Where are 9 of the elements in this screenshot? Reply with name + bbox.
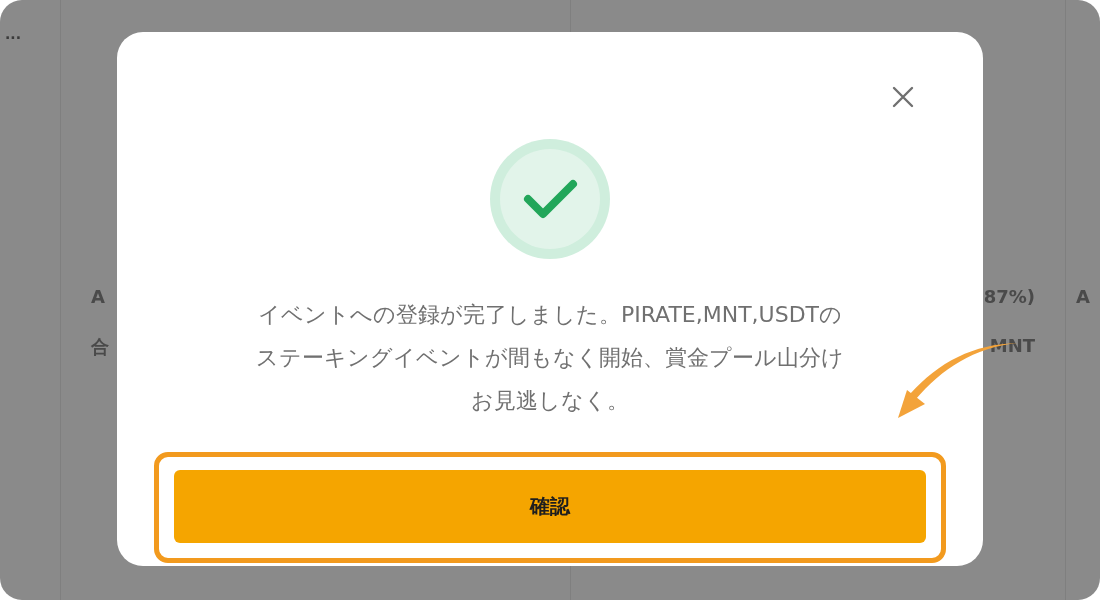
card-label: 87%) (983, 286, 1035, 307)
card-label: A (91, 286, 105, 307)
card-value: 合 (91, 335, 109, 359)
card-value: MNT (989, 335, 1035, 356)
success-message: イベントへの登録が完了しました。PIRATE,MNT,USDTの ステーキングイベントが間もなく開始、賞金プール山分け お見逃しなく。 (256, 301, 844, 415)
close-icon[interactable] (891, 85, 915, 109)
check-icon (490, 139, 610, 259)
card-label: A (1076, 286, 1090, 307)
confirm-button[interactable]: 確認 (174, 470, 926, 543)
